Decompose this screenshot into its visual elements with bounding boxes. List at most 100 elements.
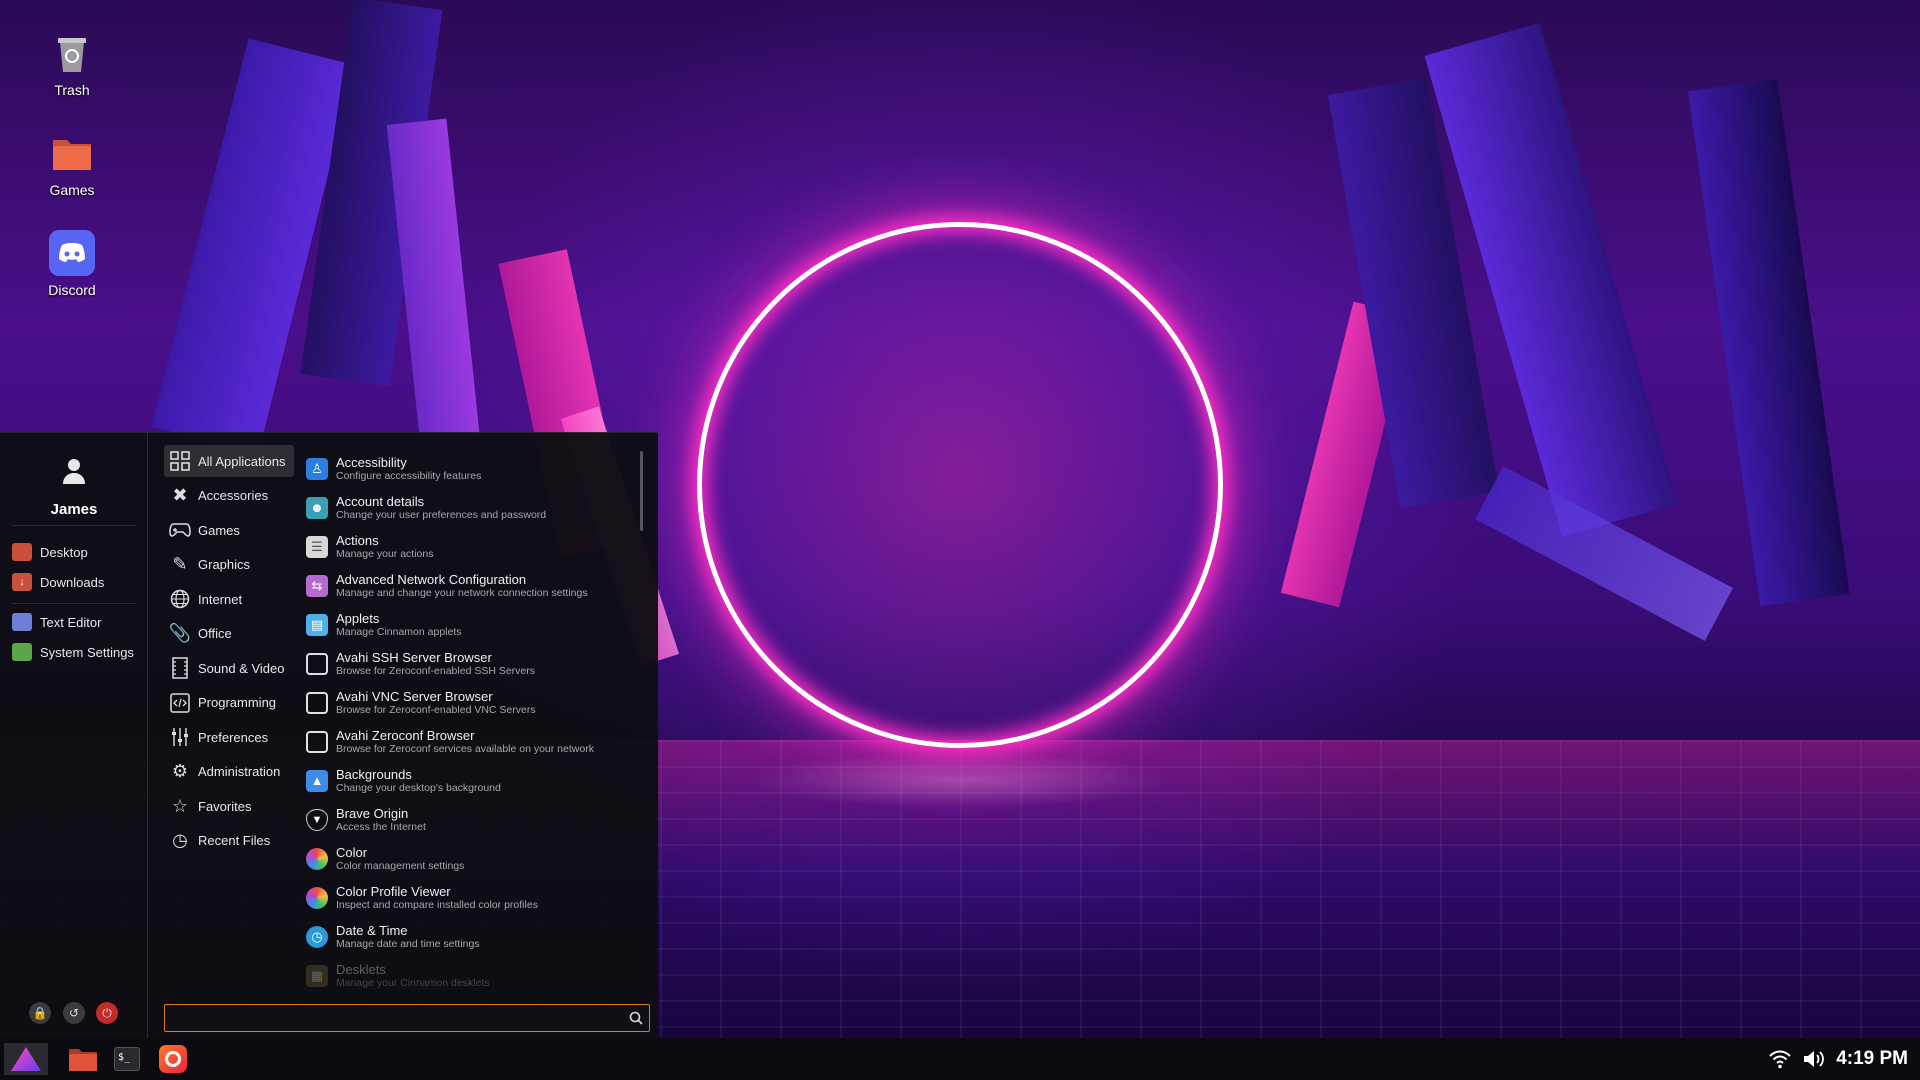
neon-ring <box>697 222 1223 748</box>
app-applets[interactable]: ▤ Applets Manage Cinnamon applets <box>306 605 636 644</box>
place-desktop[interactable]: Desktop <box>12 541 88 563</box>
code-icon <box>168 691 192 715</box>
power-icon: ⏻ <box>102 1005 112 1020</box>
category-administration[interactable]: ⚙ Administration <box>164 756 294 788</box>
app-color-profile-viewer[interactable]: Color Profile Viewer Inspect and compare … <box>306 878 636 917</box>
app-name: Color Profile Viewer <box>336 883 451 899</box>
app-name: Advanced Network Configuration <box>336 571 527 587</box>
category-all-applications[interactable]: All Applications <box>164 445 294 477</box>
app-name: Actions <box>336 532 379 548</box>
app-avahi-ssh-server-browser[interactable]: Avahi SSH Server Browser Browse for Zeroc… <box>306 644 636 683</box>
app-name: Avahi VNC Server Browser <box>336 688 493 704</box>
app-name: Applets <box>336 610 380 626</box>
category-internet[interactable]: Internet <box>164 583 294 615</box>
category-preferences[interactable]: Preferences <box>164 721 294 753</box>
film-icon <box>168 656 192 680</box>
logout-button[interactable]: ↺ <box>63 1002 85 1024</box>
palette-icon: ✎ <box>172 554 188 574</box>
category-accessories[interactable]: ✖ Accessories <box>164 480 294 512</box>
lock-button[interactable]: 🔒 <box>29 1002 51 1024</box>
category-label: Internet <box>198 591 243 607</box>
app-avahi-vnc-server-browser[interactable]: Avahi VNC Server Browser Browse for Zeroc… <box>306 683 636 722</box>
separator <box>12 525 136 526</box>
category-office[interactable]: 📎 Office <box>164 618 294 650</box>
volume-icon[interactable] <box>1802 1049 1826 1069</box>
app-description: Manage your Cinnamon desklets <box>336 976 490 989</box>
app-backgrounds[interactable]: ▲ Backgrounds Change your desktop's backg… <box>306 761 636 800</box>
category-sound-video[interactable]: Sound & Video <box>164 652 294 684</box>
files-icon <box>69 1049 97 1071</box>
category-label: Office <box>198 626 232 641</box>
app-list-scrollbar[interactable] <box>640 451 643 531</box>
app-color[interactable]: Color Color management settings <box>306 839 636 878</box>
category-list: All Applications ✖ Accessories Games ✎ G… <box>164 445 294 859</box>
system-tray: 4:19 PM <box>1768 1038 1908 1080</box>
clock-icon: ◷ <box>306 925 328 948</box>
app-brave-origin[interactable]: ▼ Brave Origin Access the Internet <box>306 800 636 839</box>
desktop-icon-trash[interactable]: Trash <box>32 30 112 98</box>
monitor-icon <box>306 691 328 714</box>
app-description: Change your user preferences and passwor… <box>336 508 547 521</box>
lock-icon: 🔒 <box>32 1006 48 1020</box>
app-name: Avahi Zeroconf Browser <box>336 727 475 743</box>
app-name: Account details <box>336 493 425 509</box>
desktop-icon-label: Discord <box>48 282 96 298</box>
favorite-system-settings[interactable]: System Settings <box>12 641 134 663</box>
system-settings-icon <box>12 643 32 661</box>
desktop-icon-label: Games <box>49 182 95 198</box>
taskbar-terminal[interactable]: $_ <box>110 1043 144 1075</box>
category-label: Graphics <box>198 557 251 572</box>
app-name: Backgrounds <box>336 766 412 782</box>
app-actions[interactable]: ☰ Actions Manage your actions <box>306 527 636 566</box>
taskbar: $_ 4:19 PM <box>0 1038 1920 1080</box>
search-input[interactable] <box>171 1009 611 1027</box>
favorite-label: Text Editor <box>40 614 102 630</box>
category-programming[interactable]: Programming <box>164 687 294 719</box>
favorite-text-editor[interactable]: Text Editor <box>12 611 101 633</box>
category-label: Accessories <box>198 488 269 503</box>
favorite-label: System Settings <box>40 644 134 660</box>
user-avatar-icon[interactable] <box>62 457 86 485</box>
category-graphics[interactable]: ✎ Graphics <box>164 549 294 581</box>
desktop-icon-discord[interactable]: Discord <box>32 230 112 298</box>
place-downloads[interactable]: ↓ Downloads <box>12 571 104 593</box>
category-label: Favorites <box>198 798 252 814</box>
color-icon <box>306 847 328 870</box>
app-account-details[interactable]: ☻ Account details Change your user prefer… <box>306 488 636 527</box>
start-menu: James Desktop ↓ Downloads Text Editor Sy… <box>0 432 658 1038</box>
menu-sidebar: James Desktop ↓ Downloads Text Editor Sy… <box>0 433 148 1038</box>
app-accessibility[interactable]: ♙ Accessibility Configure accessibility f… <box>306 449 636 488</box>
category-label: Recent Files <box>198 833 271 848</box>
history-icon: ◷ <box>172 830 188 850</box>
category-games[interactable]: Games <box>164 514 294 546</box>
category-recent-files[interactable]: ◷ Recent Files <box>164 825 294 857</box>
app-advanced-network-configuration[interactable]: ⇆ Advanced Network Configuration Manage a… <box>306 566 636 605</box>
app-description: Change your desktop's background <box>336 781 501 794</box>
app-description: Browse for Zeroconf services available o… <box>336 742 594 755</box>
app-date-time[interactable]: ◷ Date & Time Manage date and time settin… <box>306 917 636 956</box>
app-avahi-zeroconf-browser[interactable]: Avahi Zeroconf Browser Browse for Zerocon… <box>306 722 636 761</box>
accessibility-icon: ♙ <box>306 457 328 480</box>
app-description: Inspect and compare installed color prof… <box>336 898 538 911</box>
app-desklets[interactable]: ▦ Desklets Manage your Cinnamon desklets <box>306 956 636 989</box>
taskbar-files[interactable] <box>66 1043 100 1075</box>
category-label: Programming <box>198 695 277 710</box>
search-box[interactable] <box>164 1004 650 1032</box>
category-label: Administration <box>198 764 281 779</box>
app-description: Browse for Zeroconf-enabled SSH Servers <box>336 664 536 677</box>
gear-icon: ⚙ <box>171 761 189 781</box>
logout-icon: ↺ <box>68 1006 80 1020</box>
power-button[interactable]: ⏻ <box>96 1002 118 1024</box>
app-name: Brave Origin <box>336 805 409 821</box>
taskbar-firefox[interactable] <box>156 1043 190 1075</box>
grid-icon <box>168 449 192 473</box>
menu-button[interactable] <box>4 1043 48 1075</box>
category-favorites[interactable]: ☆ Favorites <box>164 790 294 822</box>
app-name: Color <box>336 844 368 860</box>
backgrounds-icon: ▲ <box>306 769 328 792</box>
clock[interactable]: 4:19 PM <box>1836 1048 1908 1070</box>
account-icon: ☻ <box>306 496 328 519</box>
desktop-icon-games[interactable]: Games <box>32 130 112 198</box>
app-description: Color management settings <box>336 859 465 872</box>
wifi-icon[interactable] <box>1768 1049 1792 1069</box>
